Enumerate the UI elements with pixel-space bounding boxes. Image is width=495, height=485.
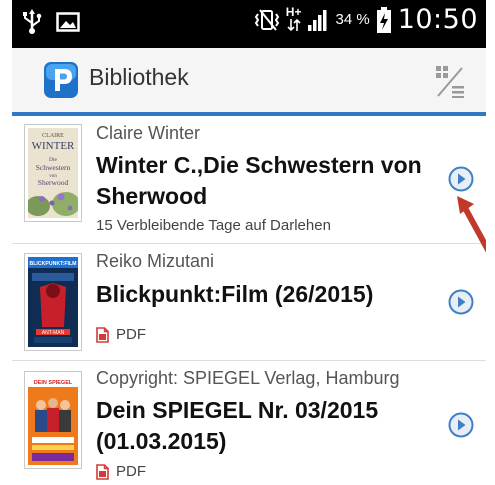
item-format: PDF — [116, 326, 146, 343]
item-meta: PDF — [96, 326, 146, 343]
gallery-icon — [56, 12, 80, 32]
cover-masthead: DEIN SPIEGEL — [34, 380, 73, 386]
vibrate-icon — [254, 8, 279, 31]
item-title: Dein SPIEGEL Nr. 03/2015 (01.03.2015) — [96, 397, 379, 454]
battery-percent: 34 % — [335, 11, 370, 28]
cover-masthead: BLICKPUNKT:FILM — [30, 261, 77, 267]
pdf-icon — [96, 326, 109, 343]
book-cover: CLAIRE WINTER Die Schwestern von Sherwoo… — [24, 124, 82, 222]
usb-icon — [23, 9, 42, 34]
status-bar: H+ 34 % 10:50 — [12, 0, 486, 48]
action-bar: Bibliothek — [12, 48, 486, 112]
list-item[interactable]: CLAIRE WINTER Die Schwestern von Sherwoo… — [12, 116, 486, 244]
app-title: Bibliothek — [89, 64, 189, 90]
item-meta: 15 Verbleibende Tage auf Darlehen — [96, 217, 331, 234]
item-title: Blickpunkt:Film (26/2015) — [96, 281, 374, 307]
pdf-icon — [96, 463, 109, 480]
status-left-icons — [22, 9, 80, 35]
item-author: Reiko Mizutani — [96, 251, 215, 271]
app-logo-icon[interactable] — [44, 62, 78, 98]
item-open-arrow-icon[interactable] — [448, 289, 474, 315]
magazine-cover: BLICKPUNKT:FILM ANT-MAN — [24, 253, 82, 351]
item-meta: PDF — [96, 463, 146, 480]
library-list: CLAIRE WINTER Die Schwestern von Sherwoo… — [12, 116, 486, 485]
list-item[interactable]: DEIN SPIEGEL Copyright: SPIEGEL Verlag, … — [12, 361, 486, 485]
list-item[interactable]: BLICKPUNKT:FILM ANT-MAN Reiko Mizutani B… — [12, 244, 486, 361]
item-format: PDF — [116, 463, 146, 480]
loan-days-remaining: 15 Verbleibende Tage auf Darlehen — [96, 217, 331, 234]
item-author: Copyright: SPIEGEL Verlag, Hamburg — [96, 368, 400, 388]
svg-text:Sherwood: Sherwood — [38, 178, 69, 187]
clock: 10:50 — [397, 4, 478, 35]
app-screen: H+ 34 % 10:50 Bibliothek CLAIRE WINTER D… — [12, 0, 486, 485]
signal-icon — [308, 9, 327, 31]
item-open-arrow-icon[interactable] — [448, 412, 474, 438]
view-toggle-icon[interactable] — [434, 64, 466, 98]
cover-top-text: CLAIRE — [42, 133, 64, 139]
cover-name: WINTER — [32, 140, 75, 152]
item-open-arrow-icon[interactable] — [448, 166, 474, 192]
item-title: Winter C.,Die Schwestern von Sherwood — [96, 152, 422, 209]
network-label: H+ — [285, 5, 302, 19]
svg-text:Schwestern: Schwestern — [36, 163, 71, 172]
status-right-icons: H+ 34 % 10:50 — [254, 4, 478, 35]
item-author: Claire Winter — [96, 123, 201, 143]
network-icon: H+ — [285, 5, 302, 32]
magazine-cover: DEIN SPIEGEL — [24, 371, 82, 469]
battery-icon — [376, 6, 391, 33]
svg-text:ANT-MAN: ANT-MAN — [42, 330, 65, 336]
